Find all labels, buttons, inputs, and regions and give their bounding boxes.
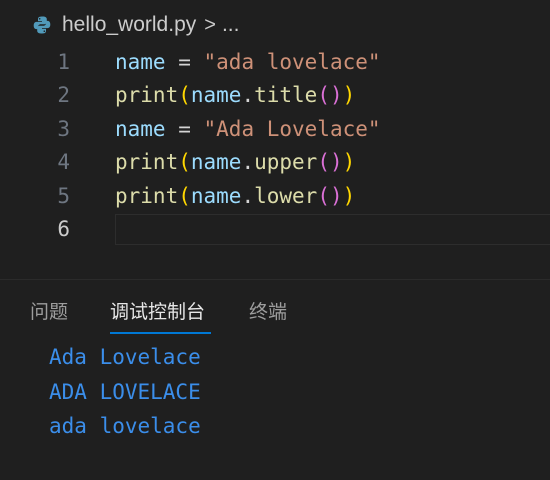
code-token: title [254,83,318,108]
chevron-right-icon: > [204,13,216,36]
code-token: ( [178,150,191,175]
code-token: name [190,83,242,108]
line-number: 3 [57,116,70,141]
code-token: () [317,150,343,175]
code-token: = [165,116,204,141]
code-text: name = "ada lovelace" [115,46,381,79]
code-text: print(name.lower()) [115,180,355,213]
tab-terminal[interactable]: 终端 [249,292,287,332]
code-line[interactable]: 1 name = "ada lovelace" [0,46,550,79]
code-token: ( [178,83,191,108]
code-token: upper [254,150,318,175]
debug-console-output: Ada Lovelace ADA LOVELACE ada lovelace [49,340,201,444]
code-token: print [115,83,179,108]
code-line[interactable]: 3 name = "Ada Lovelace" [0,113,550,146]
code-token: name [115,116,166,141]
line-number: 1 [57,50,70,74]
code-token: name [115,50,166,74]
code-token: . [241,150,255,175]
line-number: 2 [57,83,70,108]
active-tab-indicator [110,332,211,334]
code-line[interactable]: 5 print(name.lower()) [0,180,550,213]
code-token: ) [342,183,356,208]
code-text: print(name.upper()) [115,146,355,179]
output-line: Ada Lovelace [49,345,201,369]
output-line: ADA LOVELACE [49,379,201,404]
breadcrumb-file[interactable]: hello_world.py [62,13,196,37]
code-token: print [115,183,179,208]
code-token: . [241,183,255,208]
code-token: name [190,150,242,175]
code-token: ( [178,183,191,208]
current-line-highlight [115,213,550,246]
code-token: () [317,83,343,108]
line-number: 6 [57,216,70,241]
code-token: lower [254,183,318,208]
code-token: name [190,183,242,208]
code-editor[interactable]: 1 name = "ada lovelace" 2 print(name.title(… [0,46,550,246]
code-line[interactable]: 4 print(name.upper()) [0,146,550,179]
code-line[interactable]: 2 print(name.title()) [0,79,550,112]
code-token: ) [342,83,356,108]
line-number: 4 [57,150,70,175]
code-token: () [317,183,343,208]
code-token: = [165,50,204,74]
output-line: ada lovelace [49,414,201,439]
breadcrumb: hello_world.py > ... [0,0,550,50]
code-text: print(name.title()) [115,79,355,112]
panel-divider [0,279,550,280]
code-token: print [115,150,179,175]
python-icon [32,15,52,35]
code-text: name = "Ada Lovelace" [115,113,381,146]
tab-debug-console[interactable]: 调试控制台 [110,292,205,332]
code-token: ) [342,150,356,175]
code-token: "Ada Lovelace" [203,116,381,141]
code-token: "ada lovelace" [203,50,381,74]
panel-tab-bar: 问题 调试控制台 终端 [0,292,550,334]
line-number: 5 [57,183,70,208]
breadcrumb-more[interactable]: ... [222,13,240,37]
code-line[interactable]: 6 [0,213,550,246]
code-token: . [241,83,255,108]
tab-problems[interactable]: 问题 [30,292,68,332]
